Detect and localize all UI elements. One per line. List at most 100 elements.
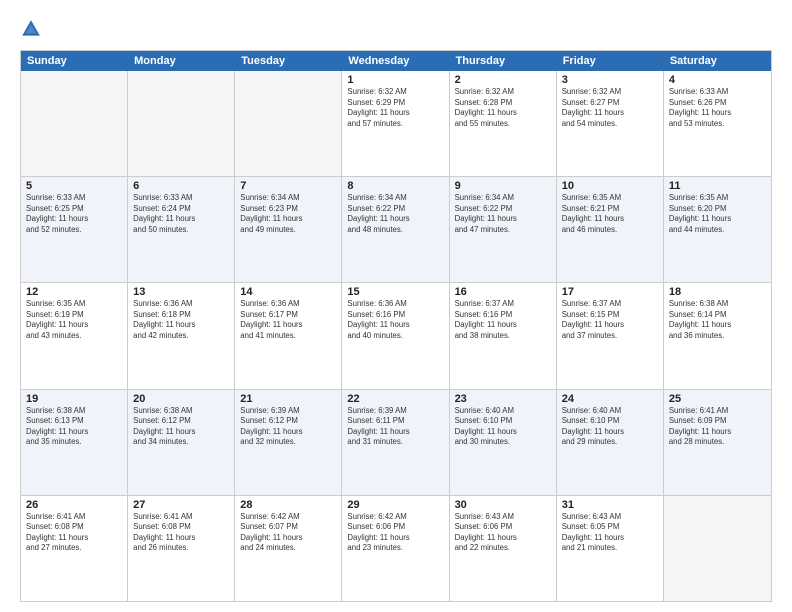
- calendar-cell: 5Sunrise: 6:33 AMSunset: 6:25 PMDaylight…: [21, 177, 128, 282]
- cell-text: Daylight: 11 hours: [26, 320, 122, 331]
- calendar-cell: [664, 496, 771, 601]
- cell-text: and 37 minutes.: [562, 331, 658, 342]
- cell-text: Sunset: 6:21 PM: [562, 204, 658, 215]
- cell-text: Sunset: 6:22 PM: [347, 204, 443, 215]
- calendar-cell: 19Sunrise: 6:38 AMSunset: 6:13 PMDayligh…: [21, 390, 128, 495]
- cell-text: Sunrise: 6:38 AM: [133, 406, 229, 417]
- cell-text: Daylight: 11 hours: [347, 108, 443, 119]
- calendar-cell: [21, 71, 128, 176]
- cell-text: Sunset: 6:06 PM: [347, 522, 443, 533]
- cell-text: Sunset: 6:27 PM: [562, 98, 658, 109]
- cell-text: Daylight: 11 hours: [669, 214, 766, 225]
- cell-text: Daylight: 11 hours: [26, 427, 122, 438]
- calendar-cell: 22Sunrise: 6:39 AMSunset: 6:11 PMDayligh…: [342, 390, 449, 495]
- day-number: 22: [347, 393, 443, 405]
- cell-text: and 23 minutes.: [347, 543, 443, 554]
- cell-text: Sunrise: 6:34 AM: [240, 193, 336, 204]
- day-number: 4: [669, 74, 766, 86]
- calendar-cell: 30Sunrise: 6:43 AMSunset: 6:06 PMDayligh…: [450, 496, 557, 601]
- cell-text: Sunrise: 6:43 AM: [455, 512, 551, 523]
- cell-text: Sunrise: 6:41 AM: [133, 512, 229, 523]
- cell-text: Sunset: 6:15 PM: [562, 310, 658, 321]
- cell-text: and 54 minutes.: [562, 119, 658, 130]
- calendar-cell: 6Sunrise: 6:33 AMSunset: 6:24 PMDaylight…: [128, 177, 235, 282]
- calendar-row: 19Sunrise: 6:38 AMSunset: 6:13 PMDayligh…: [21, 390, 771, 496]
- logo: [20, 18, 46, 40]
- calendar-cell: 11Sunrise: 6:35 AMSunset: 6:20 PMDayligh…: [664, 177, 771, 282]
- calendar-cell: 7Sunrise: 6:34 AMSunset: 6:23 PMDaylight…: [235, 177, 342, 282]
- cell-text: and 48 minutes.: [347, 225, 443, 236]
- cell-text: and 44 minutes.: [669, 225, 766, 236]
- cell-text: and 36 minutes.: [669, 331, 766, 342]
- cell-text: Sunset: 6:24 PM: [133, 204, 229, 215]
- cell-text: Daylight: 11 hours: [669, 108, 766, 119]
- cell-text: and 50 minutes.: [133, 225, 229, 236]
- cell-text: Sunrise: 6:39 AM: [240, 406, 336, 417]
- day-number: 6: [133, 180, 229, 192]
- day-number: 15: [347, 286, 443, 298]
- cell-text: and 55 minutes.: [455, 119, 551, 130]
- calendar: SundayMondayTuesdayWednesdayThursdayFrid…: [20, 50, 772, 602]
- calendar-cell: 16Sunrise: 6:37 AMSunset: 6:16 PMDayligh…: [450, 283, 557, 388]
- weekday-header: Thursday: [450, 51, 557, 71]
- cell-text: Daylight: 11 hours: [133, 214, 229, 225]
- cell-text: Sunrise: 6:35 AM: [26, 299, 122, 310]
- cell-text: Sunset: 6:09 PM: [669, 416, 766, 427]
- cell-text: Sunrise: 6:37 AM: [562, 299, 658, 310]
- cell-text: Sunset: 6:08 PM: [26, 522, 122, 533]
- cell-text: Daylight: 11 hours: [240, 320, 336, 331]
- day-number: 30: [455, 499, 551, 511]
- cell-text: Daylight: 11 hours: [455, 427, 551, 438]
- cell-text: and 32 minutes.: [240, 437, 336, 448]
- cell-text: Sunset: 6:06 PM: [455, 522, 551, 533]
- cell-text: Daylight: 11 hours: [347, 533, 443, 544]
- cell-text: and 28 minutes.: [669, 437, 766, 448]
- cell-text: Daylight: 11 hours: [347, 427, 443, 438]
- calendar-cell: 8Sunrise: 6:34 AMSunset: 6:22 PMDaylight…: [342, 177, 449, 282]
- cell-text: Daylight: 11 hours: [562, 320, 658, 331]
- cell-text: Sunrise: 6:33 AM: [133, 193, 229, 204]
- cell-text: and 29 minutes.: [562, 437, 658, 448]
- weekday-header: Sunday: [21, 51, 128, 71]
- day-number: 20: [133, 393, 229, 405]
- cell-text: Daylight: 11 hours: [455, 533, 551, 544]
- cell-text: Daylight: 11 hours: [133, 320, 229, 331]
- day-number: 28: [240, 499, 336, 511]
- cell-text: Sunset: 6:12 PM: [240, 416, 336, 427]
- cell-text: Sunrise: 6:38 AM: [669, 299, 766, 310]
- cell-text: Sunrise: 6:39 AM: [347, 406, 443, 417]
- cell-text: Daylight: 11 hours: [562, 427, 658, 438]
- logo-icon: [20, 18, 42, 40]
- cell-text: Daylight: 11 hours: [562, 533, 658, 544]
- cell-text: and 53 minutes.: [669, 119, 766, 130]
- calendar-cell: [128, 71, 235, 176]
- calendar-cell: 26Sunrise: 6:41 AMSunset: 6:08 PMDayligh…: [21, 496, 128, 601]
- day-number: 16: [455, 286, 551, 298]
- cell-text: Sunrise: 6:43 AM: [562, 512, 658, 523]
- cell-text: Sunrise: 6:32 AM: [347, 87, 443, 98]
- weekday-header: Tuesday: [235, 51, 342, 71]
- day-number: 13: [133, 286, 229, 298]
- cell-text: Daylight: 11 hours: [455, 320, 551, 331]
- cell-text: Daylight: 11 hours: [133, 533, 229, 544]
- day-number: 14: [240, 286, 336, 298]
- day-number: 19: [26, 393, 122, 405]
- calendar-cell: 23Sunrise: 6:40 AMSunset: 6:10 PMDayligh…: [450, 390, 557, 495]
- cell-text: Sunrise: 6:34 AM: [347, 193, 443, 204]
- cell-text: Sunrise: 6:41 AM: [26, 512, 122, 523]
- cell-text: Sunset: 6:17 PM: [240, 310, 336, 321]
- calendar-cell: 14Sunrise: 6:36 AMSunset: 6:17 PMDayligh…: [235, 283, 342, 388]
- cell-text: Daylight: 11 hours: [347, 320, 443, 331]
- cell-text: Sunset: 6:14 PM: [669, 310, 766, 321]
- cell-text: Sunset: 6:23 PM: [240, 204, 336, 215]
- cell-text: and 49 minutes.: [240, 225, 336, 236]
- day-number: 24: [562, 393, 658, 405]
- calendar-cell: 10Sunrise: 6:35 AMSunset: 6:21 PMDayligh…: [557, 177, 664, 282]
- calendar-cell: 15Sunrise: 6:36 AMSunset: 6:16 PMDayligh…: [342, 283, 449, 388]
- header: [20, 18, 772, 40]
- cell-text: Sunrise: 6:36 AM: [347, 299, 443, 310]
- cell-text: and 24 minutes.: [240, 543, 336, 554]
- calendar-cell: 27Sunrise: 6:41 AMSunset: 6:08 PMDayligh…: [128, 496, 235, 601]
- calendar-row: 1Sunrise: 6:32 AMSunset: 6:29 PMDaylight…: [21, 71, 771, 177]
- day-number: 29: [347, 499, 443, 511]
